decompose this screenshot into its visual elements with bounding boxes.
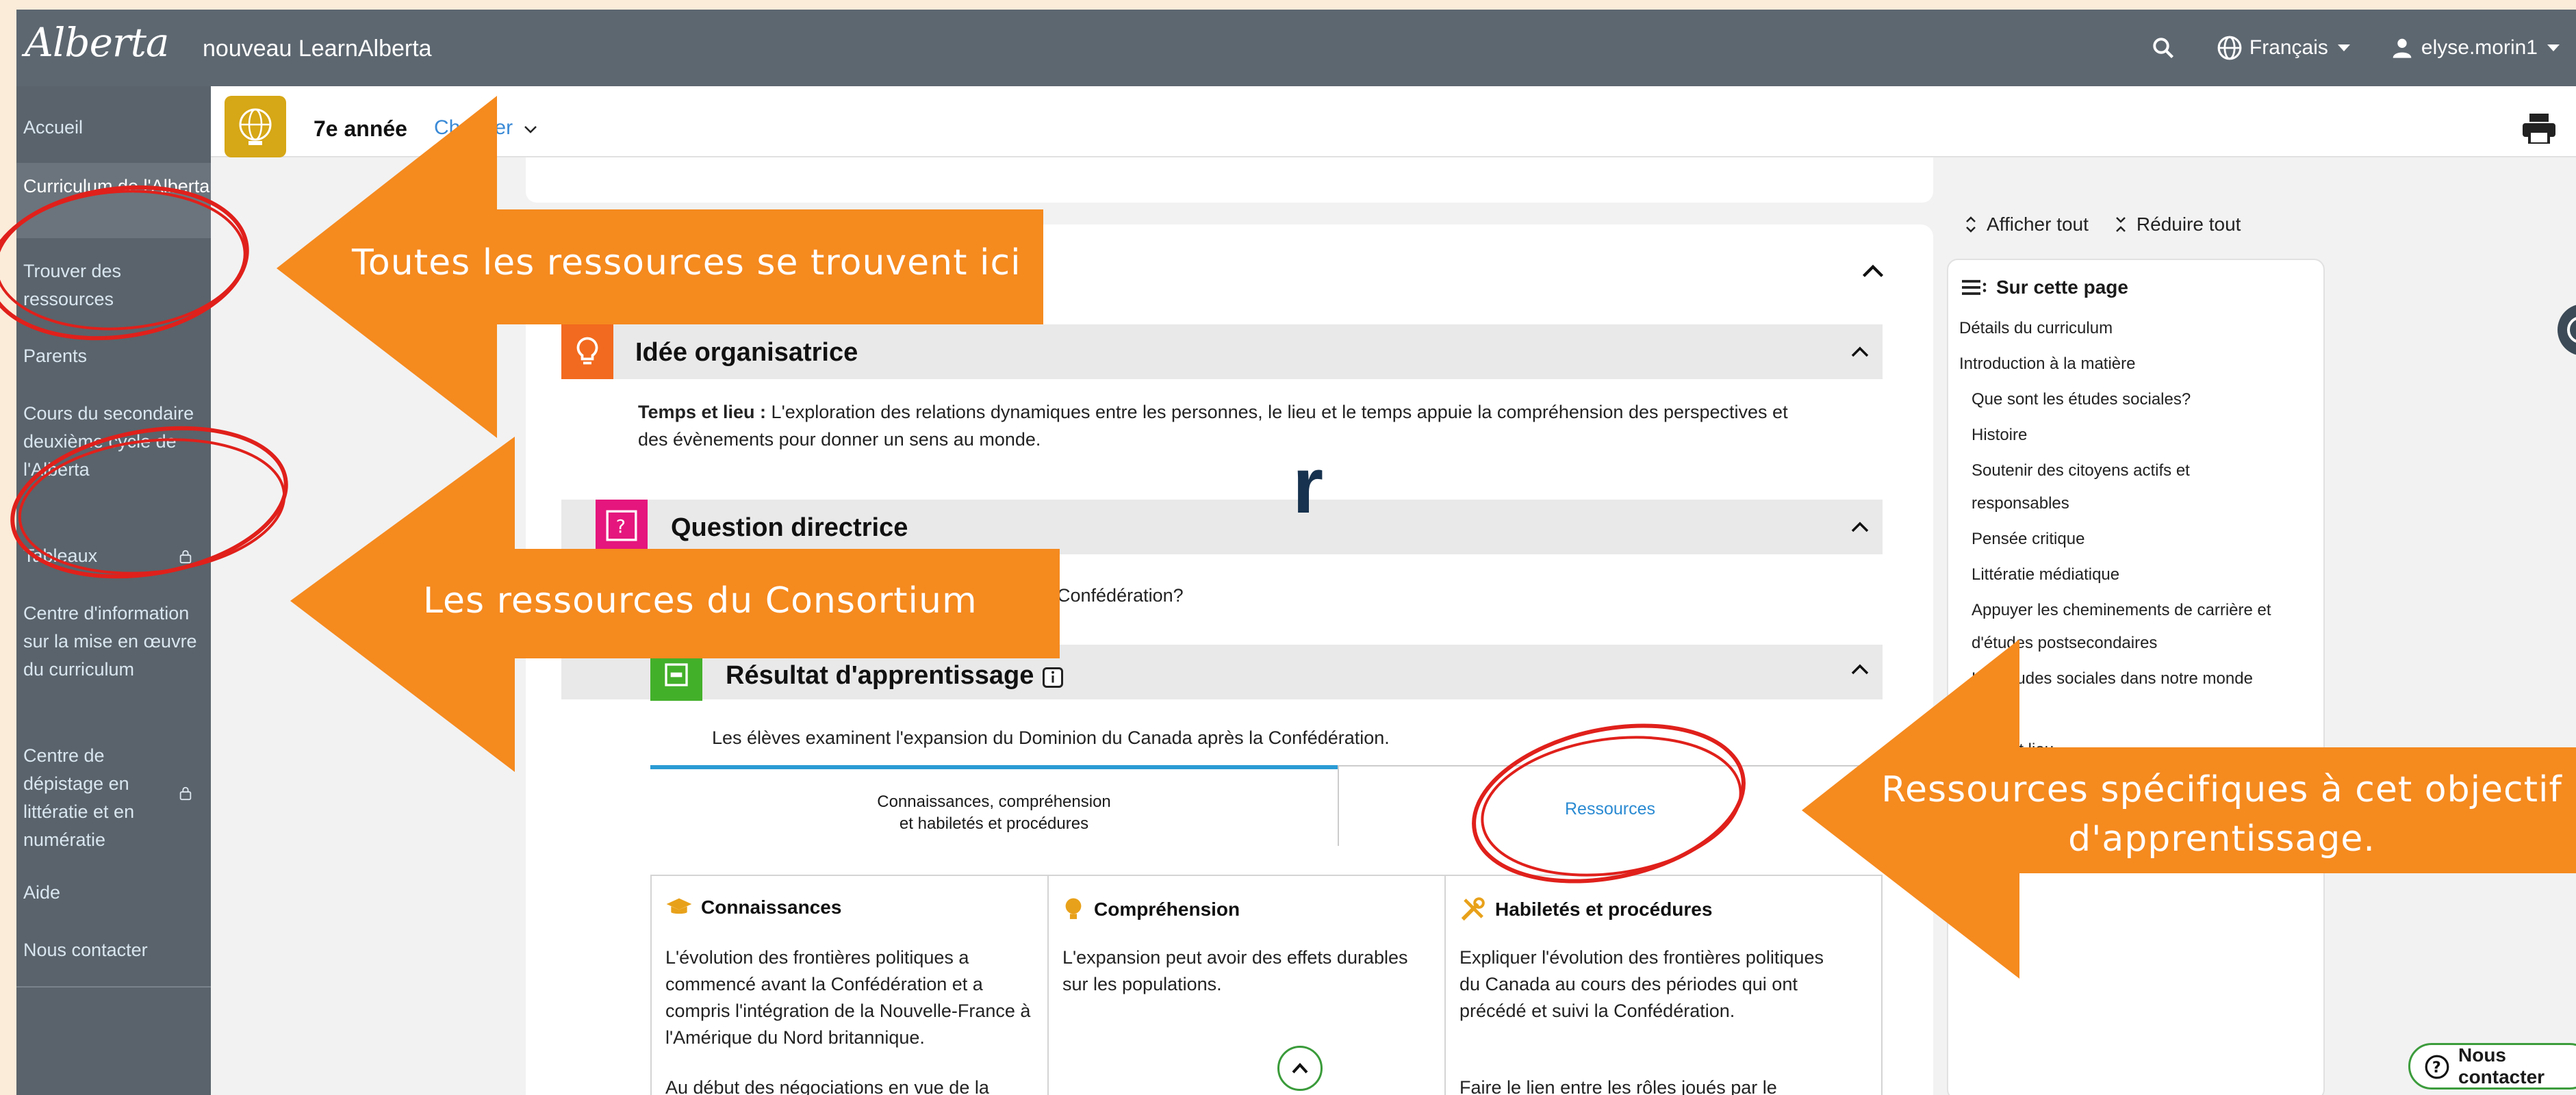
highlight-circle-tableaux-2 (18, 438, 286, 575)
highlight-circle-resources-2 (0, 190, 246, 331)
highlight-circle-resources (0, 185, 249, 341)
callout-text-1: Toutes les ressources se trouvent ici (352, 242, 1021, 283)
callout-text-3-line2: d'apprentissage. (2068, 819, 2375, 860)
callout-text-2: Les ressources du Consortium (423, 580, 978, 621)
highlight-circle-tableaux (10, 426, 288, 579)
annotation-layer (0, 96, 2576, 979)
callout-text-3: Ressources spécifiques à cet objectif d'… (1867, 765, 2576, 864)
callout-text-3-line1: Ressources spécifiques à cet objectif (1881, 769, 2562, 810)
highlight-circle-ressources-tab-2 (1481, 736, 1742, 877)
